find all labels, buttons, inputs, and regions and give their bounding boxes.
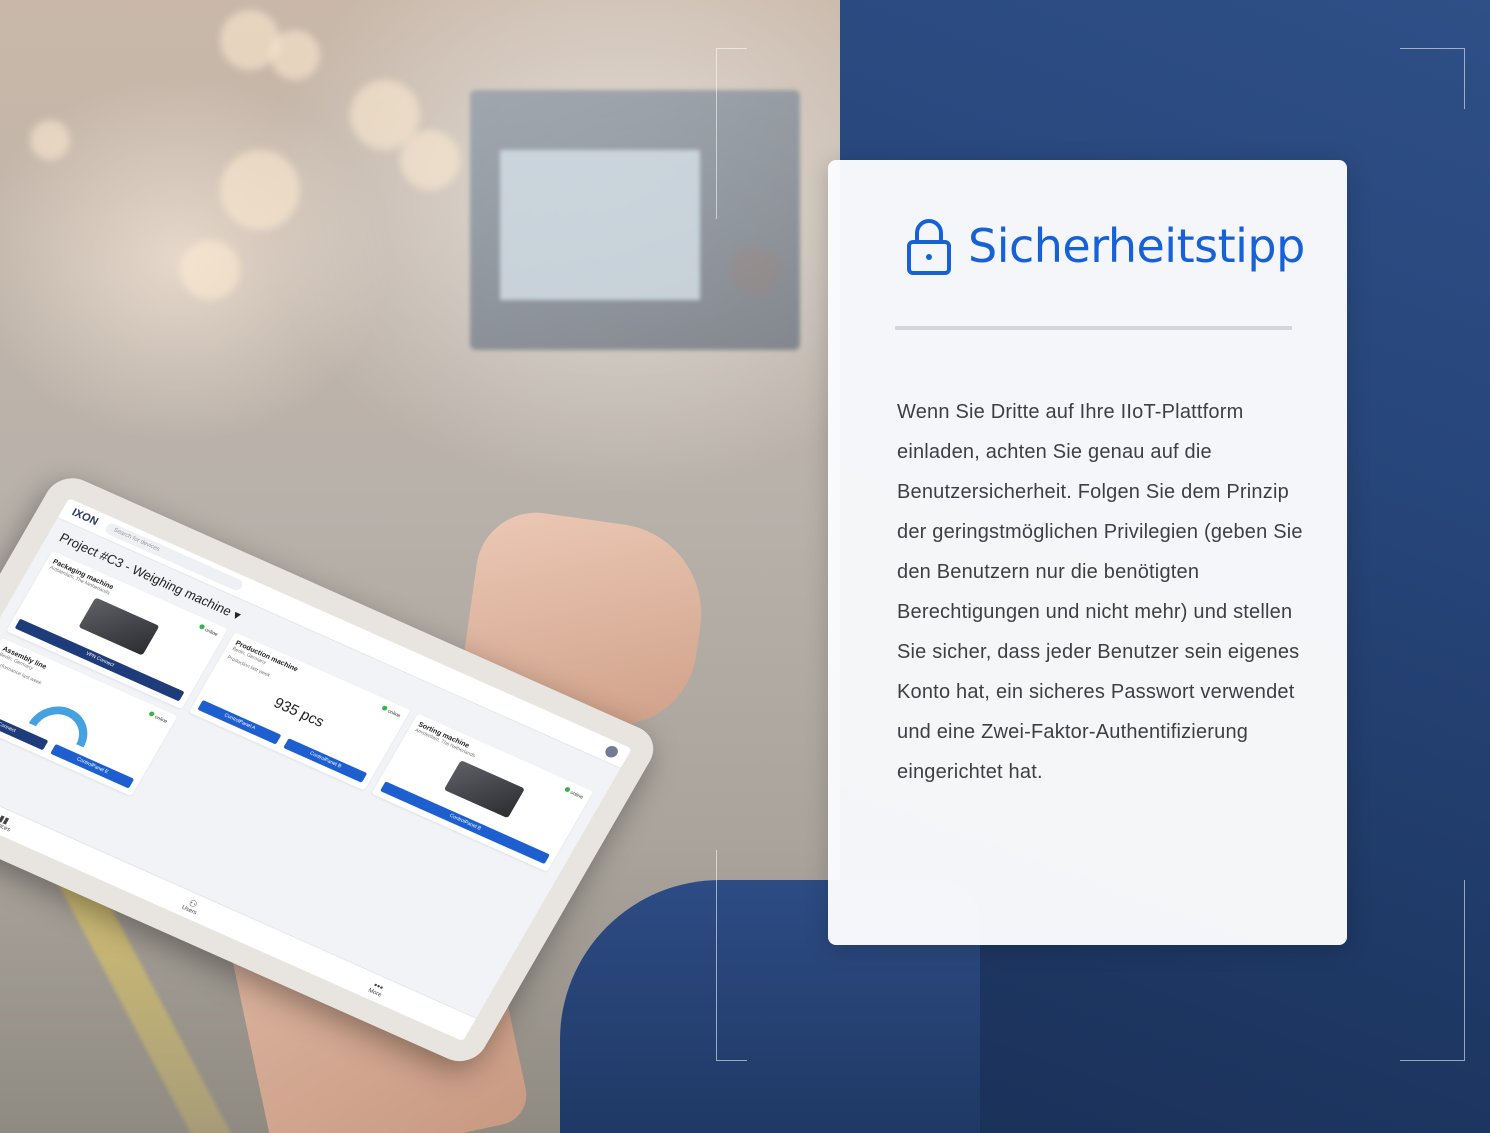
card-title: Sicherheitstipp xyxy=(968,219,1305,273)
card-header: Sicherheitstipp xyxy=(906,216,1305,276)
avatar[interactable] xyxy=(603,744,621,760)
card-body-text: Wenn Sie Dritte auf Ihre IIoT-Plattform … xyxy=(897,401,1303,783)
controlpanel-e-button[interactable]: ControlPanel E xyxy=(50,743,135,789)
security-tip-card: Sicherheitstipp Wenn Sie Dritte auf Ihre… xyxy=(828,160,1347,945)
divider xyxy=(895,326,1292,330)
lock-icon xyxy=(907,219,951,275)
nav-more[interactable]: ••• More xyxy=(367,979,388,999)
nav-users[interactable]: ⚇ Users xyxy=(180,896,202,917)
nav-devices[interactable]: ▮▮ Devices xyxy=(0,811,16,833)
